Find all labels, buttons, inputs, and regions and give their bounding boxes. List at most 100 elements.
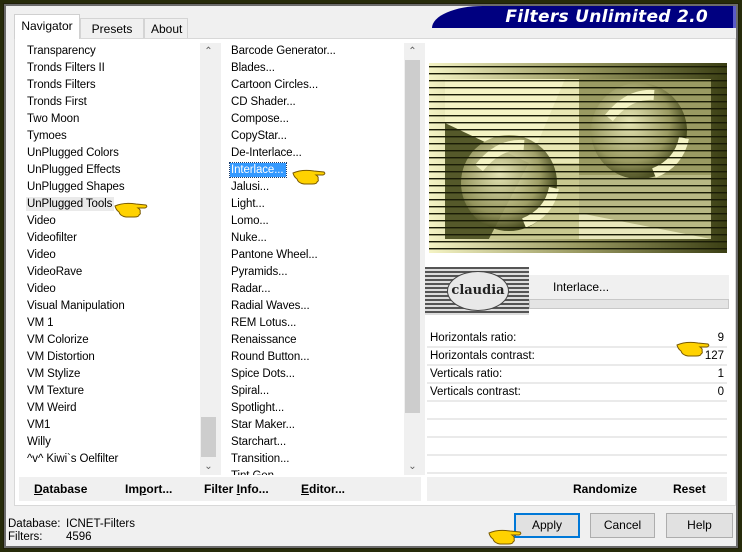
list-item[interactable]: Spotlight... <box>223 400 403 417</box>
scroll-thumb[interactable] <box>201 417 216 457</box>
list-item[interactable]: Barcode Generator... <box>223 43 403 60</box>
list-item[interactable]: Tronds Filters <box>19 77 199 94</box>
database-button[interactable]: Database <box>34 482 87 496</box>
list-item[interactable]: Video <box>19 213 199 230</box>
scroll-up-icon[interactable]: ⌃ <box>404 43 421 60</box>
list-item[interactable]: Nuke... <box>223 230 403 247</box>
list-item-label: Light... <box>231 198 265 210</box>
list-item[interactable]: VM 1 <box>19 315 199 332</box>
list-item[interactable]: VM1 <box>19 417 199 434</box>
list-item[interactable]: Video <box>19 247 199 264</box>
list-item[interactable]: Pantone Wheel... <box>223 247 403 264</box>
scanline <box>429 87 727 89</box>
list-item[interactable]: Videofilter <box>19 230 199 247</box>
tab-navigator[interactable]: Navigator <box>14 14 80 39</box>
scanline <box>429 206 727 208</box>
list-item[interactable]: Two Moon <box>19 111 199 128</box>
scanline <box>429 108 727 110</box>
list-item[interactable]: Tymoes <box>19 128 199 145</box>
filter-list[interactable]: Barcode Generator... Blades... Cartoon Cir… <box>223 43 421 475</box>
list-item[interactable]: Round Button... <box>223 349 403 366</box>
apply-button[interactable]: Apply <box>514 513 580 538</box>
list-item[interactable]: Tint Gen... <box>223 468 403 475</box>
filter-info-button[interactable]: Filter Info... <box>204 482 269 496</box>
list-item[interactable]: ^v^ Kiwi`s Oelfilter <box>19 451 199 468</box>
tab-about[interactable]: About <box>144 18 188 38</box>
list-item[interactable]: Blades... <box>223 60 403 77</box>
pointing-hand-icon <box>488 529 522 545</box>
list-item[interactable]: Tronds Filters II <box>19 60 199 77</box>
list-item[interactable]: UnPlugged Tools <box>19 196 199 213</box>
param-value[interactable]: 9 <box>718 332 724 344</box>
list-item[interactable]: Tronds First <box>19 94 199 111</box>
list-item[interactable]: Willy <box>19 434 199 451</box>
list-item-label: Barcode Generator... <box>231 45 336 57</box>
list-item[interactable]: Star Maker... <box>223 417 403 434</box>
param-label: Horizontals contrast: <box>430 350 535 362</box>
list-item[interactable]: VM Stylize <box>19 366 199 383</box>
list-item[interactable]: Pyramids... <box>223 264 403 281</box>
scroll-down-icon[interactable]: ⌄ <box>404 458 421 475</box>
status-filters: Filters: 4596 <box>8 531 92 543</box>
list-item[interactable]: REM Lotus... <box>223 315 403 332</box>
list-item-label: Two Moon <box>27 113 80 125</box>
scroll-down-icon[interactable]: ⌄ <box>200 458 217 475</box>
list-item[interactable]: CD Shader... <box>223 94 403 111</box>
list-item-label: Videofilter <box>27 232 77 244</box>
filter-progress-bar <box>529 299 729 309</box>
list-item[interactable]: Lomo... <box>223 213 403 230</box>
tab-presets[interactable]: Presets <box>80 18 144 38</box>
param-verticals-ratio[interactable]: Verticals ratio: 1 <box>427 366 727 384</box>
scanline <box>429 192 727 194</box>
list-item-label: CD Shader... <box>231 96 296 108</box>
param-value[interactable]: 1 <box>718 368 724 380</box>
filter-header: claudia Interlace... <box>425 267 729 315</box>
list-item[interactable]: Compose... <box>223 111 403 128</box>
list-item-label: VM Colorize <box>27 334 89 346</box>
list-item[interactable]: VM Weird <box>19 400 199 417</box>
cancel-button[interactable]: Cancel <box>590 513 655 538</box>
list-item-label: Starchart... <box>231 436 287 448</box>
list-item[interactable]: Visual Manipulation <box>19 298 199 315</box>
empty-param-row <box>427 438 727 456</box>
list-item[interactable]: VM Colorize <box>19 332 199 349</box>
list-item[interactable]: UnPlugged Colors <box>19 145 199 162</box>
list-item[interactable]: De-Interlace... <box>223 145 403 162</box>
filter-title-box: Interlace... <box>529 275 729 299</box>
param-value[interactable]: 0 <box>718 386 724 398</box>
list-item[interactable]: Transparency <box>19 43 199 60</box>
help-button[interactable]: Help <box>666 513 733 538</box>
list-item[interactable]: Transition... <box>223 451 403 468</box>
list-item[interactable]: UnPlugged Effects <box>19 162 199 179</box>
list-item[interactable]: Starchart... <box>223 434 403 451</box>
list-item-label: Pyramids... <box>231 266 288 278</box>
list-item[interactable]: Renaissance <box>223 332 403 349</box>
import-button[interactable]: Import... <box>125 482 172 496</box>
category-scrollbar[interactable]: ⌃ ⌄ <box>200 43 217 475</box>
randomize-button[interactable]: Randomize <box>573 482 637 496</box>
list-item[interactable]: Spiral... <box>223 383 403 400</box>
list-item[interactable]: Cartoon Circles... <box>223 77 403 94</box>
list-item[interactable]: VM Distortion <box>19 349 199 366</box>
list-item[interactable]: Spice Dots... <box>223 366 403 383</box>
list-item-label: Transparency <box>27 45 96 57</box>
list-item[interactable]: CopyStar... <box>223 128 403 145</box>
editor-button[interactable]: Editor... <box>301 482 345 496</box>
list-item[interactable]: VideoRave <box>19 264 199 281</box>
scroll-thumb[interactable] <box>405 60 420 413</box>
scanline <box>429 220 727 222</box>
list-item-label: Radar... <box>231 283 271 295</box>
list-item[interactable]: Video <box>19 281 199 298</box>
list-item[interactable]: Radar... <box>223 281 403 298</box>
preview-image <box>429 63 727 253</box>
param-verticals-contrast[interactable]: Verticals contrast: 0 <box>427 384 727 402</box>
list-item[interactable]: VM Texture <box>19 383 199 400</box>
list-item[interactable]: Radial Waves... <box>223 298 403 315</box>
category-list[interactable]: Transparency Tronds Filters II Tronds Filt… <box>19 43 217 475</box>
filter-scrollbar[interactable]: ⌃ ⌄ <box>404 43 421 475</box>
list-item[interactable]: UnPlugged Shapes <box>19 179 199 196</box>
status-value: ICNET-Filters <box>66 518 135 530</box>
reset-button[interactable]: Reset <box>673 482 706 496</box>
scroll-up-icon[interactable]: ⌃ <box>200 43 217 60</box>
list-item[interactable]: Light... <box>223 196 403 213</box>
